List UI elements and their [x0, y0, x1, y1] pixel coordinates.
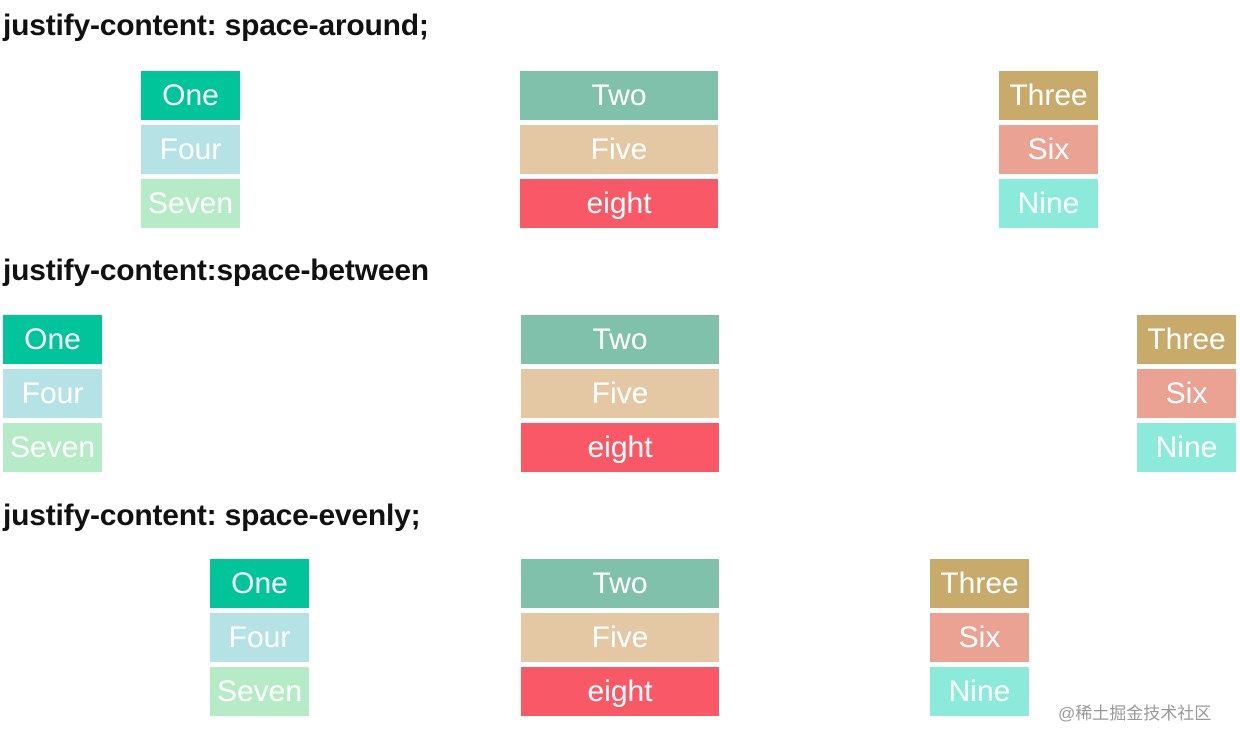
box-six: Six [930, 613, 1029, 662]
box-five: Five [521, 369, 719, 418]
column-1: One Four Seven [3, 315, 102, 472]
box-five: Five [521, 613, 719, 662]
box-seven: Seven [141, 179, 240, 228]
box-two: Two [521, 315, 719, 364]
box-two: Two [520, 71, 718, 120]
box-seven: Seven [3, 423, 102, 472]
box-two: Two [521, 559, 719, 608]
box-four: Four [210, 613, 309, 662]
column-3: Three Six Nine [1137, 315, 1236, 472]
box-one: One [3, 315, 102, 364]
box-four: Four [141, 125, 240, 174]
box-three: Three [999, 71, 1098, 120]
column-3: Three Six Nine [999, 71, 1098, 228]
box-six: Six [1137, 369, 1236, 418]
column-2: Two Five eight [521, 315, 719, 472]
column-2: Two Five eight [520, 71, 718, 228]
column-3: Three Six Nine [930, 559, 1029, 716]
box-three: Three [1137, 315, 1236, 364]
heading-space-evenly: justify-content: space-evenly; [3, 499, 421, 532]
box-eight: eight [521, 667, 719, 716]
watermark: @稀土掘金技术社区 [1058, 704, 1212, 723]
demo-space-around: One Four Seven Two Five eight Three Six … [0, 71, 1240, 231]
box-nine: Nine [1137, 423, 1236, 472]
box-eight: eight [520, 179, 718, 228]
demo-space-between: One Four Seven Two Five eight Three Six … [0, 315, 1240, 475]
box-nine: Nine [999, 179, 1098, 228]
box-five: Five [520, 125, 718, 174]
heading-space-around: justify-content: space-around; [3, 9, 429, 42]
box-six: Six [999, 125, 1098, 174]
column-1: One Four Seven [141, 71, 240, 228]
heading-space-between: justify-content:space-between [3, 254, 429, 287]
box-one: One [141, 71, 240, 120]
box-eight: eight [521, 423, 719, 472]
demo-space-evenly: One Four Seven Two Five eight Three Six … [0, 559, 1240, 719]
box-three: Three [930, 559, 1029, 608]
box-seven: Seven [210, 667, 309, 716]
column-1: One Four Seven [210, 559, 309, 716]
box-four: Four [3, 369, 102, 418]
box-nine: Nine [930, 667, 1029, 716]
box-one: One [210, 559, 309, 608]
column-2: Two Five eight [521, 559, 719, 716]
